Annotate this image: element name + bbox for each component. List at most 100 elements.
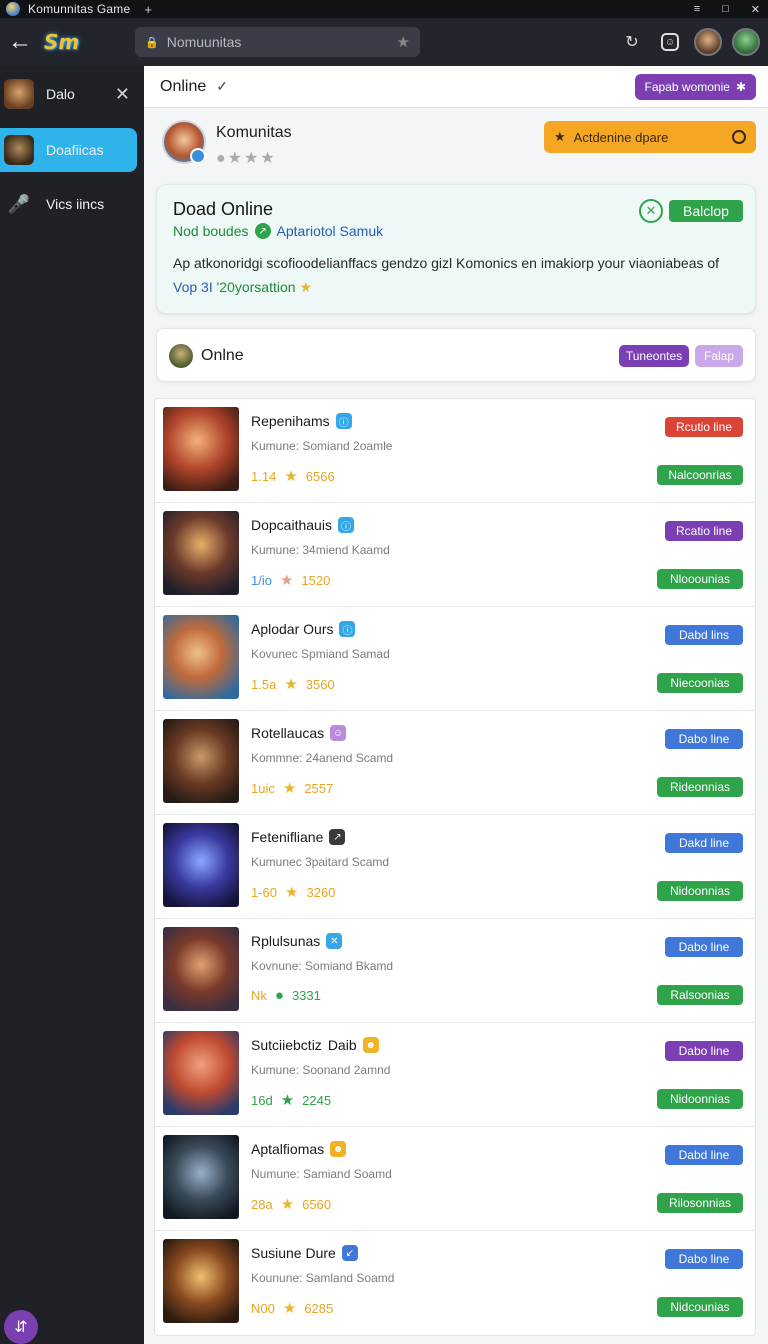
rating-stars: ●★★★: [216, 150, 277, 167]
category-badge[interactable]: Nalcoonrias: [657, 465, 743, 485]
game-title[interactable]: Repenihams: [251, 413, 330, 429]
tab-falap[interactable]: Falap: [695, 345, 743, 367]
star-icon: ★: [282, 1300, 297, 1317]
game-thumbnail[interactable]: [163, 1135, 239, 1219]
game-list-item[interactable]: Susiune Dure ↙ Kounune: Samland Soamd N0…: [155, 1231, 755, 1335]
game-title[interactable]: Fetenifliane: [251, 829, 323, 845]
clock-icon: [732, 130, 746, 144]
game-stats: 28a ★ 6560: [251, 1195, 331, 1213]
dismiss-icon[interactable]: ✕: [639, 199, 663, 223]
bookmark-star-icon[interactable]: ★: [397, 33, 410, 51]
game-thumbnail[interactable]: [163, 511, 239, 595]
menu-icon[interactable]: ≡: [694, 3, 700, 15]
game-thumbnail[interactable]: [163, 407, 239, 491]
game-count: 6560: [302, 1196, 332, 1212]
status-badge[interactable]: Dabo line: [665, 937, 743, 957]
game-title[interactable]: Rotellaucas: [251, 725, 324, 741]
game-title-extra: Daib: [327, 1037, 357, 1053]
address-search-bar[interactable]: 🔒 Nomuunitas ★: [135, 27, 420, 57]
app-icon: [6, 2, 20, 16]
game-list-item[interactable]: Dopcaithauis ⓘ Kumune: 34miend Kaamd 1/i…: [155, 503, 755, 607]
tab-tuneontes[interactable]: Tuneontes: [619, 345, 689, 367]
app-logo[interactable]: Sm: [44, 27, 88, 57]
sidebar-item-vics[interactable]: 🎤 Vics iincs: [0, 182, 144, 226]
maximize-icon[interactable]: □: [722, 3, 729, 15]
game-count: 3331: [291, 988, 321, 1003]
refresh-icon[interactable]: ↻: [618, 28, 646, 56]
game-title[interactable]: Susiune Dure: [251, 1245, 336, 1261]
sub-right[interactable]: Aptariotol Samuk: [277, 223, 384, 239]
new-tab-button[interactable]: +: [144, 2, 152, 17]
game-title[interactable]: Aplodar Ours: [251, 621, 333, 637]
game-count: 3560: [305, 676, 335, 692]
game-list-item[interactable]: Rotellaucas ☺ Kommne: 24anend Scamd 1uic…: [155, 711, 755, 815]
community-profile: Komunitas ●★★★ ★ Actdenine dpare: [144, 108, 768, 180]
back-arrow-icon[interactable]: ←: [4, 26, 36, 58]
sidebar-item-label: Doafiicas: [46, 142, 104, 158]
game-title[interactable]: Aptalfiomas: [251, 1141, 324, 1157]
online-tabs-card: Onlne Tuneontes Falap: [156, 328, 756, 382]
category-badge[interactable]: Ralsoonias: [657, 985, 743, 1005]
game-title[interactable]: Dopcaithauis: [251, 517, 332, 533]
game-avatar-icon: [4, 135, 34, 165]
game-list-item[interactable]: Aplodar Ours ⓘ Kovunec Spmiand Samad 1.5…: [155, 607, 755, 711]
status-badge[interactable]: Rcutio line: [665, 417, 743, 437]
category-badge[interactable]: Nlooounias: [657, 569, 743, 589]
game-list-item[interactable]: Repenihams ⓘ Kumune: Somiand 2oamle 1.14…: [155, 399, 755, 503]
card-title: Doad Online: [173, 199, 274, 219]
status-badge[interactable]: Dabo line: [665, 1249, 743, 1269]
status-badge[interactable]: Dabo line: [665, 729, 743, 749]
status-badge[interactable]: Dakd line: [665, 833, 743, 853]
game-thumbnail[interactable]: [163, 927, 239, 1011]
category-badge[interactable]: Rideonnias: [657, 777, 743, 797]
game-rating: Nk: [251, 988, 267, 1003]
category-badge[interactable]: Rilosonnias: [657, 1193, 743, 1213]
category-badge[interactable]: Nidcounias: [657, 1297, 743, 1317]
check-icon: ✓: [216, 78, 228, 94]
close-window-icon[interactable]: ✕: [751, 3, 760, 16]
profile-cta-button[interactable]: ★ Actdenine dpare: [544, 121, 756, 153]
game-list-item[interactable]: Rplulsunas ✕ Kovnune: Somiand Bkamd Nk ●…: [155, 919, 755, 1023]
game-title[interactable]: Rplulsunas: [251, 933, 320, 949]
profile-avatar[interactable]: [732, 28, 760, 56]
category-badge[interactable]: Nidoonnias: [657, 1089, 743, 1109]
game-rating: 1uic: [251, 780, 275, 796]
status-badge[interactable]: Dabd line: [665, 1145, 743, 1165]
status-badge[interactable]: Dabd lins: [665, 625, 743, 645]
game-thumbnail[interactable]: [163, 823, 239, 907]
status-badge[interactable]: Rcatio line: [665, 521, 743, 541]
sidebar-action-button[interactable]: ⇵: [4, 1310, 38, 1344]
game-type-icon: ☻: [330, 1141, 347, 1157]
game-subtitle: Kommne: 24anend Scamd: [251, 751, 394, 765]
status-badge[interactable]: Dabo line: [665, 1041, 743, 1061]
pill-label: Fapab womonie: [644, 80, 730, 94]
sidebar-item-dalo[interactable]: Dalo ✕: [0, 72, 144, 116]
game-list-item[interactable]: Sutciiebctiz Daib ☻ Kumune: Soonand 2amn…: [155, 1023, 755, 1127]
game-title-line: Rplulsunas ✕: [251, 933, 343, 949]
sidebar-item-label: Dalo: [46, 86, 75, 102]
game-thumbnail[interactable]: [163, 1031, 239, 1115]
game-count: 3260: [306, 884, 336, 900]
game-title[interactable]: Sutciiebctiz: [251, 1037, 322, 1053]
sidebar-item-doafiicas[interactable]: Doafiicas: [0, 128, 137, 172]
close-icon[interactable]: ✕: [115, 84, 130, 105]
game-list-item[interactable]: Aptalfiomas ☻ Numune: Samiand Soamd 28a …: [155, 1127, 755, 1231]
game-thumbnail[interactable]: [163, 1239, 239, 1323]
game-thumbnail[interactable]: [163, 719, 239, 803]
extensions-icon[interactable]: ☺: [656, 28, 684, 56]
user-avatar[interactable]: [694, 28, 722, 56]
game-thumbnail[interactable]: [163, 615, 239, 699]
star-icon: ★: [280, 1092, 295, 1109]
header-pill-button[interactable]: Fapab womonie ✱: [634, 74, 756, 100]
star-icon: ★: [299, 279, 312, 295]
game-title-line: Dopcaithauis ⓘ: [251, 517, 354, 533]
game-list-item[interactable]: Fetenifliane ↗ Kumunec 3paitard Scamd 1-…: [155, 815, 755, 919]
card-action-button[interactable]: Balclop: [669, 200, 743, 222]
community-name: Komunitas: [216, 124, 292, 141]
desc-accent: Vop 3I: [173, 279, 213, 295]
star-icon: ★: [554, 129, 566, 144]
category-badge[interactable]: Niecoonias: [657, 673, 743, 693]
game-stats: 1.5a ★ 3560: [251, 675, 335, 693]
category-badge[interactable]: Nidoonnias: [657, 881, 743, 901]
desc-text: Ap atkonoridgi scofioodelianffacs gendzo…: [173, 255, 720, 271]
